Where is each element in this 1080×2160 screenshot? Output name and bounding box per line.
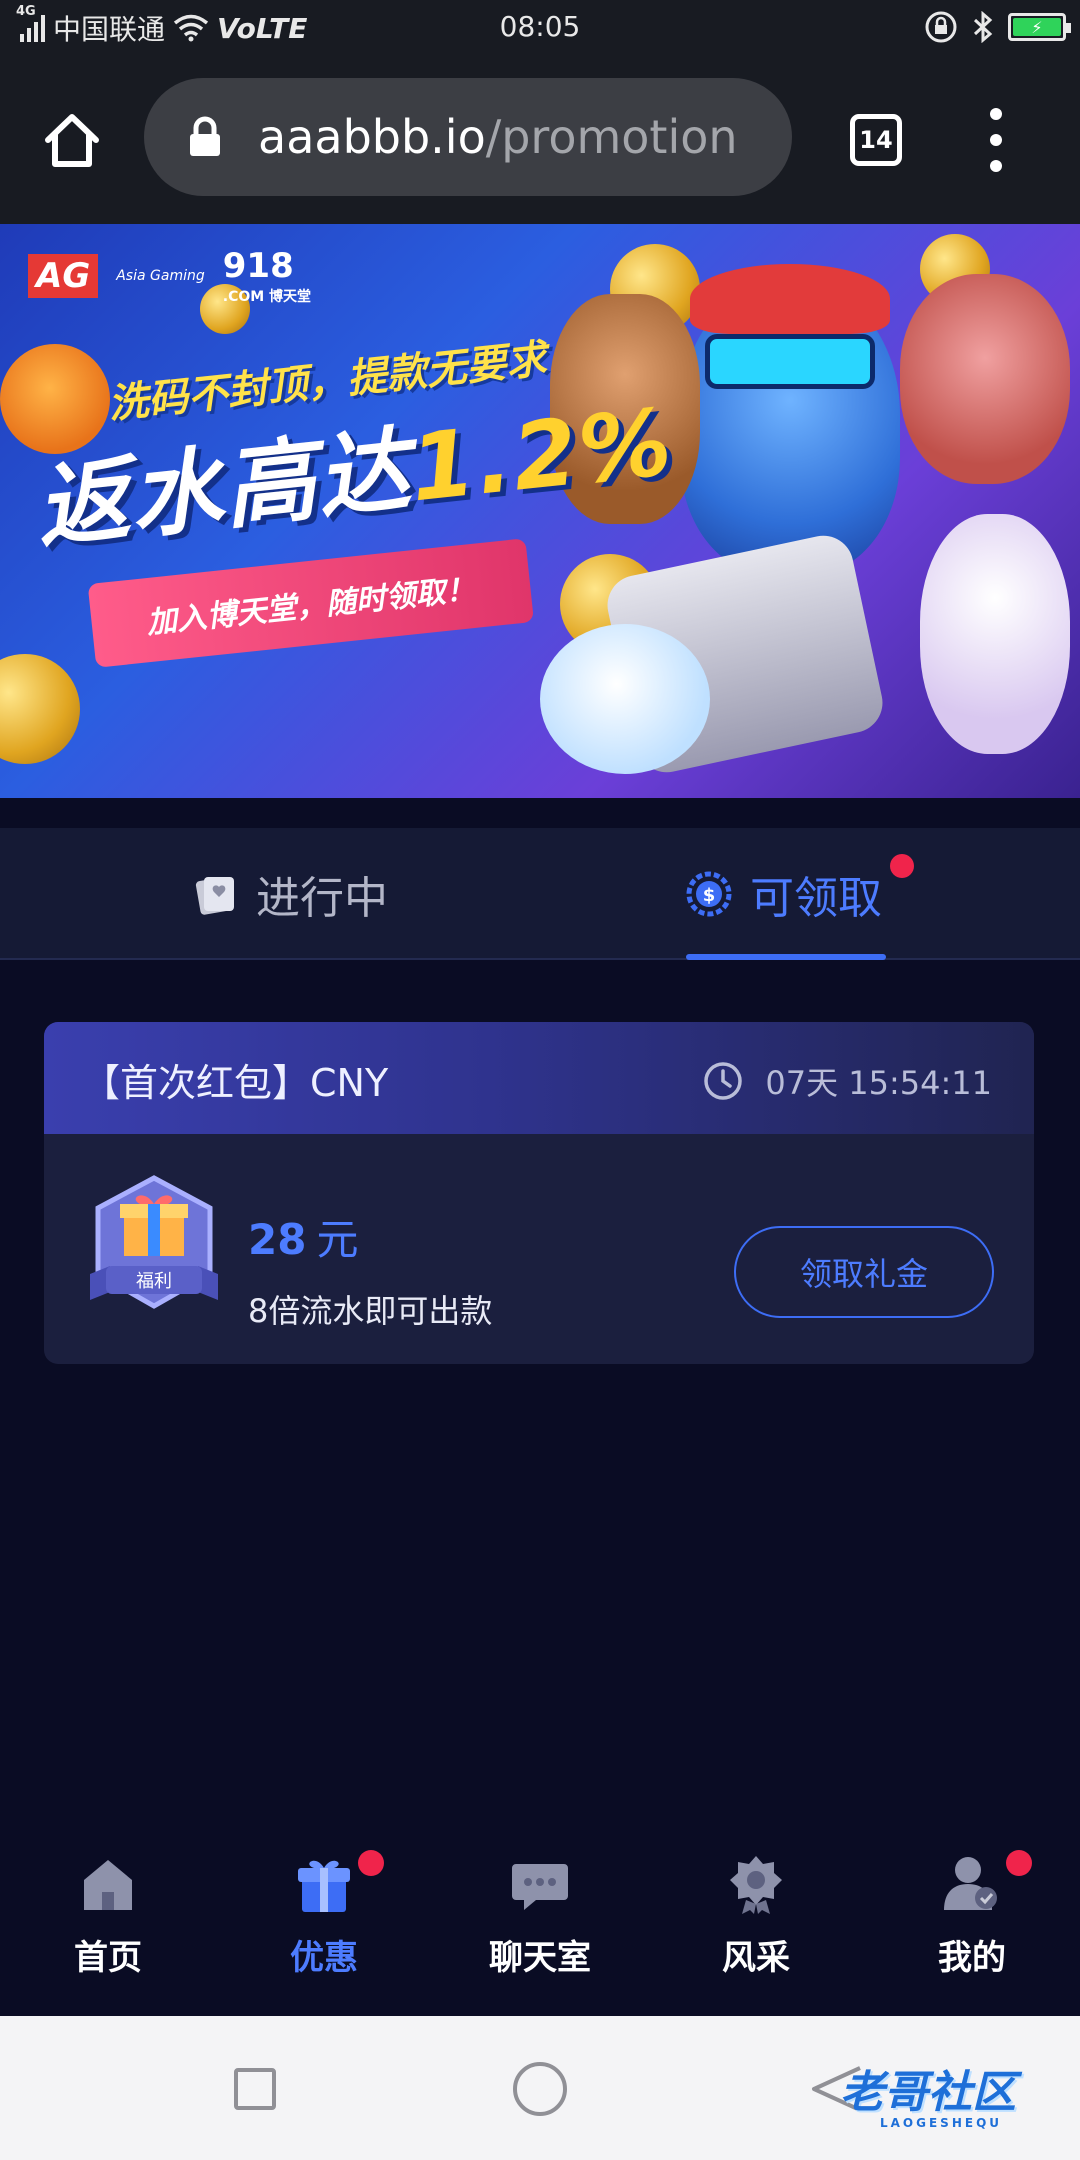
- tab-switcher-button[interactable]: 14: [850, 114, 902, 166]
- home-icon[interactable]: [40, 108, 104, 172]
- countdown: 07天 15:54:11: [703, 1058, 992, 1104]
- coin-icon: $: [686, 871, 732, 917]
- svg-text:$: $: [703, 885, 716, 906]
- cards-icon: [195, 877, 234, 915]
- url-path: /promotion: [485, 110, 738, 164]
- browser-toolbar: aaabbb.io/promotion 14: [0, 56, 1080, 224]
- nav-mine-label: 我的: [938, 1938, 1006, 1978]
- promo-banner[interactable]: AG Asia Gaming 918 .COM 博天堂 洗码不封顶，提款无要求 …: [0, 224, 1080, 798]
- nav-mine[interactable]: 我的: [892, 1852, 1052, 2002]
- promo-title: 【首次红包】CNY: [82, 1061, 389, 1105]
- nav-promo-label: 优惠: [290, 1938, 358, 1978]
- tab-ongoing-label: 进行中: [256, 873, 388, 924]
- clock-time: 08:05: [499, 10, 581, 43]
- battery-icon: ⚡: [1008, 13, 1071, 41]
- home-icon: [84, 1860, 132, 1910]
- clock-icon: [704, 1062, 743, 1100]
- system-navigation-bar: 老哥社区 LAOGESHEQU: [0, 2016, 1080, 2160]
- tab-claimable[interactable]: $ 可领取: [686, 828, 882, 960]
- notification-dot: [890, 854, 914, 878]
- ag-logo: AG: [28, 254, 99, 298]
- promo-card-header: 【首次红包】CNY 07天 15:54:11: [44, 1022, 1034, 1134]
- medal-icon: [730, 1856, 782, 1914]
- nav-chat[interactable]: 聊天室: [460, 1852, 620, 2002]
- tab-claimable-label: 可领取: [750, 873, 882, 924]
- reward-amount: 28 元: [248, 1215, 359, 1264]
- recents-button[interactable]: [234, 2068, 276, 2110]
- status-right: ⚡: [924, 10, 1071, 44]
- withdraw-condition: 8倍流水即可出款: [248, 1292, 493, 1330]
- ag-logo-subtitle: Asia Gaming: [116, 268, 205, 284]
- bull-character-image: [900, 274, 1070, 484]
- watermark-subtitle: LAOGESHEQU: [880, 2116, 1003, 2130]
- nav-home[interactable]: 首页: [28, 1852, 188, 2002]
- address-bar[interactable]: aaabbb.io/promotion: [144, 78, 792, 196]
- battery-charging-icon: ⚡: [1013, 18, 1061, 37]
- gift-badge-icon: 福利: [90, 1175, 218, 1309]
- nav-chat-label: 聊天室: [489, 1938, 591, 1978]
- overflow-menu-icon[interactable]: [984, 108, 1008, 172]
- active-tab-indicator: [686, 954, 886, 960]
- bottom-navigation: 首页 优惠 聊天室 风采 我的: [0, 1832, 1080, 2016]
- chat-bubble-icon: [512, 1864, 568, 1910]
- tab-ongoing[interactable]: 进行中: [192, 828, 388, 960]
- rebate-percentage: 1.2%: [405, 388, 679, 523]
- countdown-value: 07天 15:54:11: [765, 1064, 992, 1102]
- rotation-lock-icon: [925, 11, 957, 43]
- promo-card-body: 福利 28 元 8倍流水即可出款 领取礼金: [44, 1134, 1034, 1364]
- status-bar: 4G 中国联通 VoLTE 08:05 ⚡: [0, 0, 1080, 56]
- hat-image: [690, 264, 890, 334]
- user-icon: [944, 1857, 997, 1910]
- watermark-logo: 老哥社区 LAOGESHEQU: [840, 2067, 1016, 2130]
- mine-notification-dot: [1006, 1850, 1032, 1876]
- gift-icon: [298, 1860, 350, 1912]
- coin-image: [0, 654, 80, 764]
- promo-notification-dot: [358, 1850, 384, 1876]
- home-button[interactable]: [513, 2062, 567, 2116]
- 918-logo: 918 .COM 博天堂: [222, 246, 312, 305]
- pufferfish-image: [540, 624, 710, 774]
- bluetooth-icon: [973, 11, 993, 43]
- sunglasses-image: [705, 334, 875, 389]
- banner-cta: 加入博天堂，随时领取！: [87, 538, 534, 668]
- promo-card: 【首次红包】CNY 07天 15:54:11 福利 28 元 8倍流水即可出款 领…: [44, 1022, 1034, 1364]
- url-domain: aaabbb.io: [258, 110, 486, 164]
- reward-unit: 元: [316, 1215, 359, 1264]
- rabbit-character-image: [920, 514, 1070, 754]
- lock-icon: [190, 116, 220, 156]
- nav-gallery[interactable]: 风采: [676, 1852, 836, 2002]
- claim-bonus-button[interactable]: 领取礼金: [734, 1226, 994, 1318]
- nav-promo[interactable]: 优惠: [244, 1852, 404, 2002]
- 918-logo-subtitle: .COM 博天堂: [222, 289, 312, 305]
- brand-logos: AG Asia Gaming 918 .COM 博天堂: [28, 246, 311, 306]
- nav-home-label: 首页: [74, 1938, 142, 1978]
- nav-gallery-label: 风采: [722, 1938, 790, 1978]
- badge-label: 福利: [136, 1271, 172, 1292]
- promo-tabs: 进行中 $ 可领取: [0, 828, 1080, 960]
